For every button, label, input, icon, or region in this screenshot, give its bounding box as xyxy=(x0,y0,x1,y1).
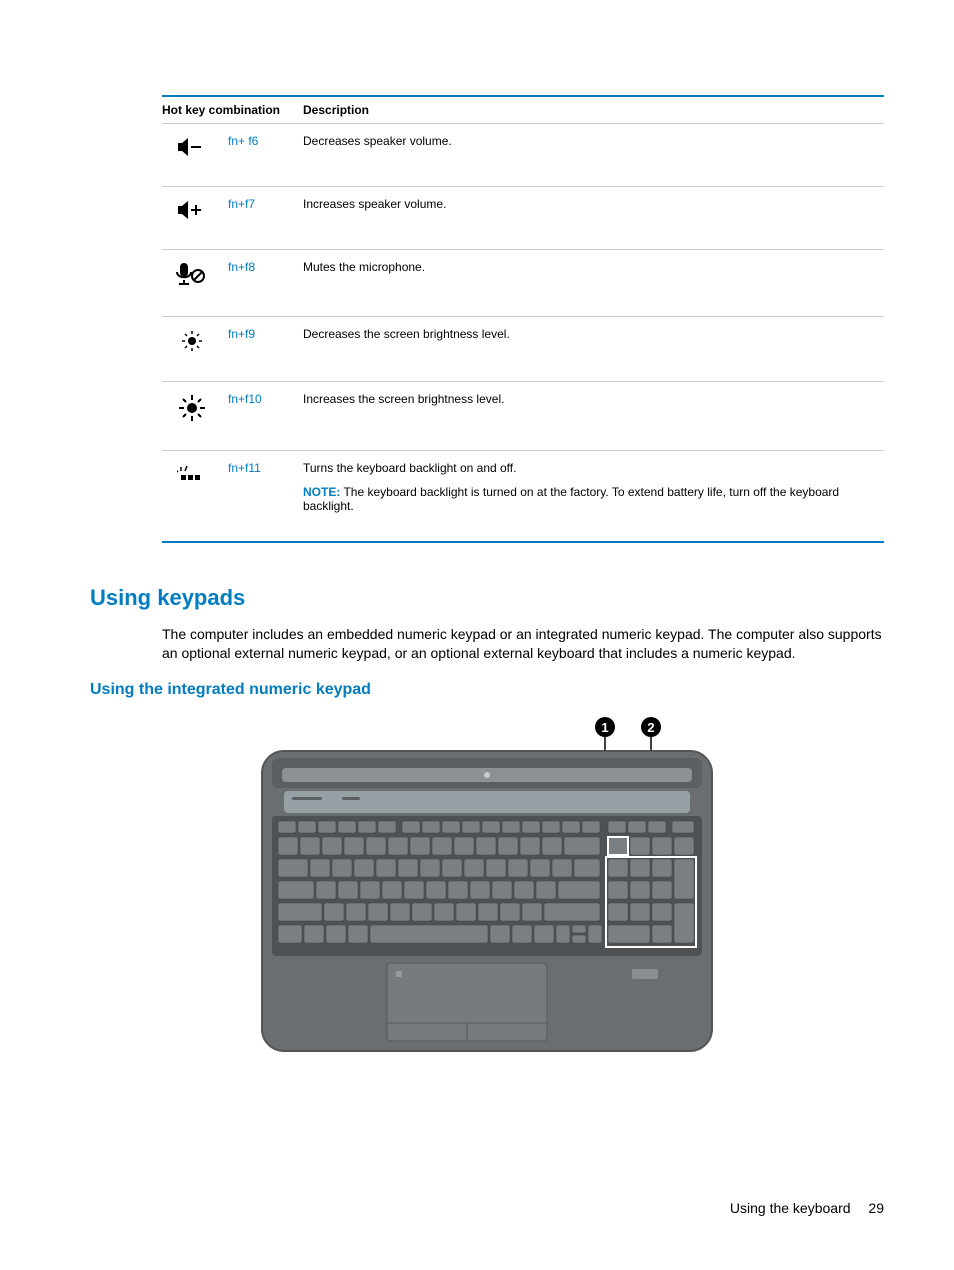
desc-fn-f9: Decreases the screen brightness level. xyxy=(303,317,884,382)
hotkey-fn-f9[interactable]: fn+f9 xyxy=(228,327,255,341)
hotkey-fn-f11[interactable]: fn+f11 xyxy=(228,461,261,475)
desc-fn-f8: Mutes the microphone. xyxy=(303,250,884,317)
subheading-integrated-keypad: Using the integrated numeric keypad xyxy=(90,681,884,699)
hotkey-fn-f8[interactable]: fn+f8 xyxy=(228,260,255,274)
volume-up-icon xyxy=(162,187,228,250)
brightness-up-icon xyxy=(162,382,228,451)
desc-fn-f10: Increases the screen brightness level. xyxy=(303,382,884,451)
page-number: 29 xyxy=(868,1200,884,1216)
table-row: fn+f7 Increases speaker volume. xyxy=(162,187,884,250)
header-hotkey: Hot key combination xyxy=(162,96,303,124)
table-row: fn+f11 Turns the keyboard backlight on a… xyxy=(162,451,884,543)
hotkey-fn-f7[interactable]: fn+f7 xyxy=(228,197,255,211)
page-footer: Using the keyboard 29 xyxy=(730,1200,884,1216)
hotkey-table: Hot key combination Description fn+ f6 D… xyxy=(162,95,884,543)
keypads-paragraph: The computer includes an embedded numeri… xyxy=(162,625,884,663)
table-row: fn+f9 Decreases the screen brightness le… xyxy=(162,317,884,382)
hotkey-fn-f10[interactable]: fn+f10 xyxy=(228,392,262,406)
keyboard-backlight-icon xyxy=(162,451,228,543)
table-row: fn+f10 Increases the screen brightness l… xyxy=(162,382,884,451)
footer-text: Using the keyboard xyxy=(730,1200,851,1216)
heading-using-keypads: Using keypads xyxy=(90,585,884,611)
hotkey-fn-f6[interactable]: fn+ f6 xyxy=(228,134,258,148)
note-label: NOTE: xyxy=(303,485,340,499)
header-description: Description xyxy=(303,96,884,124)
callout-2-text: 2 xyxy=(647,720,654,735)
mic-mute-icon xyxy=(162,250,228,317)
callout-1-text: 1 xyxy=(601,720,608,735)
keyboard-figure: 1 2 xyxy=(90,713,884,1063)
desc-fn-f11-text: Turns the keyboard backlight on and off. xyxy=(303,461,516,475)
table-row: fn+ f6 Decreases speaker volume. xyxy=(162,124,884,187)
desc-fn-f7: Increases speaker volume. xyxy=(303,187,884,250)
brightness-down-icon xyxy=(162,317,228,382)
table-row: fn+f8 Mutes the microphone. xyxy=(162,250,884,317)
volume-down-icon xyxy=(162,124,228,187)
desc-fn-f11: Turns the keyboard backlight on and off.… xyxy=(303,451,884,543)
desc-fn-f6: Decreases speaker volume. xyxy=(303,124,884,187)
note-text: The keyboard backlight is turned on at t… xyxy=(303,485,839,513)
